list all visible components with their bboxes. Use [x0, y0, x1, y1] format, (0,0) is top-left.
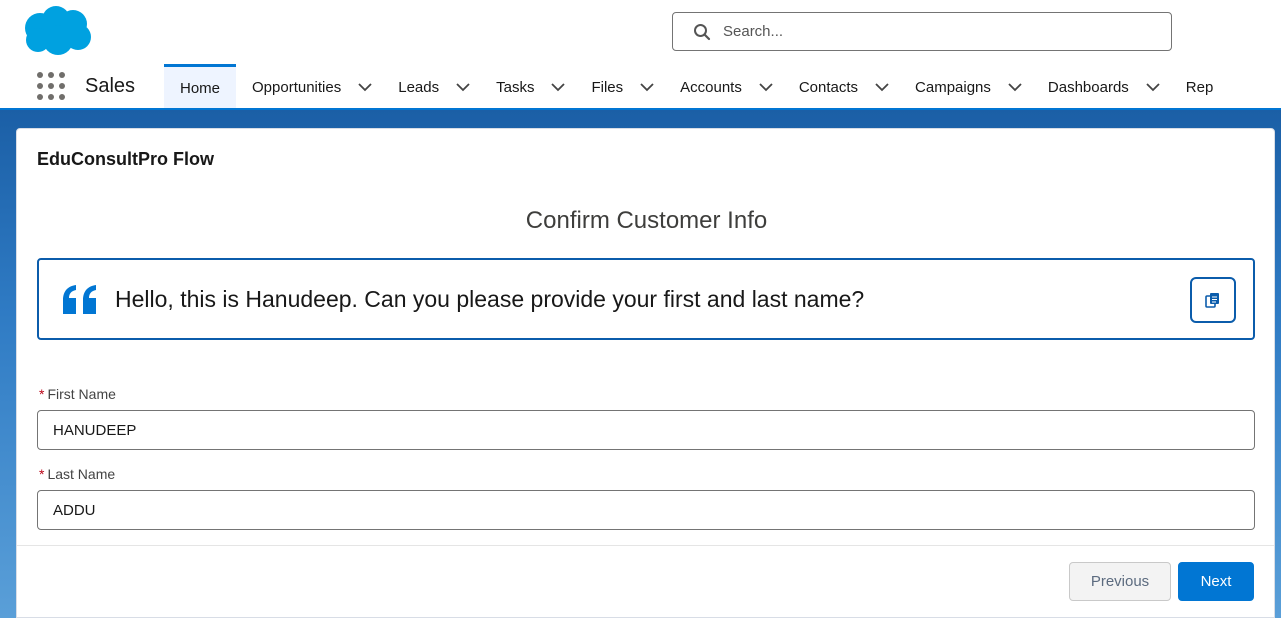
- tab-label: Accounts: [680, 78, 742, 96]
- card-title: EduConsultPro Flow: [37, 149, 214, 169]
- tab-label: Leads: [398, 78, 440, 96]
- chevron-down-icon[interactable]: [358, 80, 372, 94]
- chevron-down-icon[interactable]: [640, 80, 654, 94]
- tab-label: Rep: [1185, 78, 1214, 96]
- tab-campaigns[interactable]: Campaigns: [899, 64, 1032, 110]
- app-launcher-icon[interactable]: [37, 72, 65, 100]
- screen-title: Confirm Customer Info: [525, 207, 768, 234]
- required-marker: *: [39, 466, 45, 482]
- app-nav-bar: Sales Home Opportunities Leads Tasks Fil…: [0, 64, 1281, 110]
- chevron-down-icon[interactable]: [1146, 80, 1160, 94]
- nav-tabs: Home Opportunities Leads Tasks Files Acc…: [164, 64, 1213, 110]
- search-input[interactable]: [723, 23, 1143, 40]
- flow-card: EduConsultPro Flow Confirm Customer Info…: [16, 128, 1275, 618]
- next-button[interactable]: Next: [1178, 562, 1254, 601]
- search-icon: [694, 23, 711, 40]
- copy-icon: [1205, 293, 1219, 308]
- previous-button[interactable]: Previous: [1069, 562, 1171, 601]
- tab-accounts[interactable]: Accounts: [664, 64, 783, 110]
- app-name: Sales: [85, 75, 136, 97]
- chevron-down-icon[interactable]: [1008, 80, 1022, 94]
- tab-contacts[interactable]: Contacts: [783, 64, 899, 110]
- footer-divider: [17, 545, 1274, 546]
- tab-label: Campaigns: [915, 78, 991, 96]
- tab-files[interactable]: Files: [575, 64, 664, 110]
- tab-leads[interactable]: Leads: [382, 64, 480, 110]
- first-name-label: * First Name: [39, 386, 116, 402]
- quote-icon: [63, 285, 96, 314]
- global-search[interactable]: [672, 12, 1172, 51]
- tab-label: Home: [180, 80, 221, 97]
- tab-label: Tasks: [496, 78, 535, 96]
- chevron-down-icon[interactable]: [551, 80, 566, 94]
- tab-label: Contacts: [798, 78, 859, 96]
- tab-tasks[interactable]: Tasks: [480, 64, 575, 110]
- copy-button[interactable]: [1190, 277, 1236, 323]
- global-header: [0, 0, 1281, 64]
- tab-label: Opportunities: [252, 78, 342, 96]
- tab-opportunities[interactable]: Opportunities: [236, 64, 382, 110]
- tab-label: Files: [591, 78, 624, 96]
- tab-label: Dashboards: [1047, 78, 1129, 96]
- first-name-input[interactable]: [37, 410, 1255, 450]
- call-script-text: Hello, this is Hanudeep. Can you please …: [115, 285, 865, 312]
- last-name-label: * Last Name: [39, 466, 115, 482]
- field-label-text: Last Name: [47, 466, 116, 482]
- tab-reports[interactable]: Rep: [1170, 64, 1214, 110]
- tab-dashboards[interactable]: Dashboards: [1032, 64, 1170, 110]
- chevron-down-icon[interactable]: [759, 80, 773, 94]
- field-label-text: First Name: [47, 386, 116, 402]
- tab-home[interactable]: Home: [164, 64, 237, 110]
- required-marker: *: [39, 386, 45, 402]
- salesforce-cloud-icon[interactable]: [18, 4, 94, 58]
- chevron-down-icon[interactable]: [875, 80, 889, 94]
- call-script-box: Hello, this is Hanudeep. Can you please …: [37, 258, 1255, 340]
- last-name-input[interactable]: [37, 490, 1255, 530]
- chevron-down-icon[interactable]: [456, 80, 470, 94]
